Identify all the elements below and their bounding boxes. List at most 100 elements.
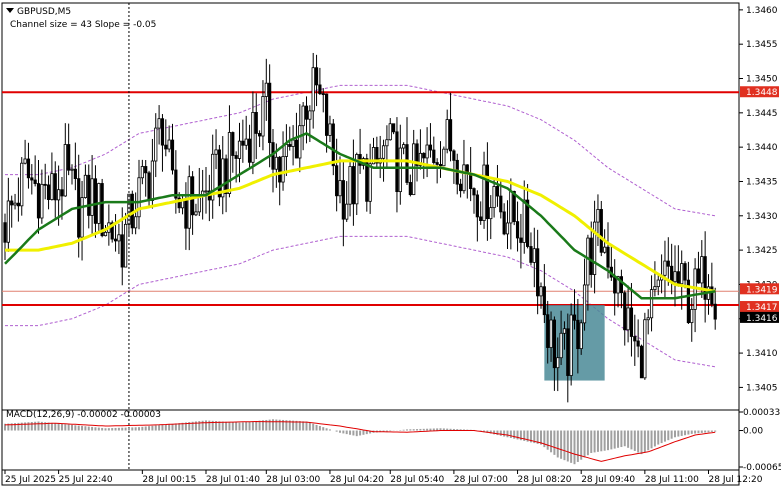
candle-bear xyxy=(696,268,701,284)
candle-bull xyxy=(124,223,128,268)
candle-bear xyxy=(515,221,520,239)
candle-bear xyxy=(529,246,533,263)
candle-bear xyxy=(502,211,506,235)
candle-bear xyxy=(613,276,617,294)
candle-bear xyxy=(519,237,523,243)
candle-bear xyxy=(46,184,51,200)
candle-bull xyxy=(167,139,171,150)
time-tick-label: 28 Jul 03:00 xyxy=(266,475,320,485)
candle-bull xyxy=(462,164,466,192)
candle-bull xyxy=(559,332,563,359)
time-tick-label: 28 Jul 00:15 xyxy=(142,475,196,485)
candle-bull xyxy=(646,317,650,321)
time-tick-label: 28 Jul 12:20 xyxy=(709,475,763,485)
candle-bear xyxy=(288,144,292,147)
time-tick-label: 28 Jul 05:40 xyxy=(390,475,444,485)
candle-bull xyxy=(57,189,61,201)
candle-bull xyxy=(348,166,352,205)
candle-bear xyxy=(164,144,168,150)
price-tick-label: 1.3405 xyxy=(746,383,778,393)
candle-bear xyxy=(257,133,262,137)
candle-bull xyxy=(237,140,242,159)
candle-bear xyxy=(351,166,356,205)
candle-bear xyxy=(268,82,272,143)
candle-bull xyxy=(412,143,416,196)
candle-bull xyxy=(244,138,248,146)
candle-bull xyxy=(402,144,406,149)
candle-bear xyxy=(247,138,252,163)
candle-bear xyxy=(294,139,299,159)
candle-bear xyxy=(324,93,329,136)
candle-bull xyxy=(50,173,54,200)
candle-bear xyxy=(485,164,490,220)
candle-bear xyxy=(73,168,77,180)
candle-bear xyxy=(217,149,221,198)
candle-bear xyxy=(458,183,463,192)
price-tick-label: 1.3455 xyxy=(746,40,778,50)
candle-bull xyxy=(539,286,543,297)
candle-bear xyxy=(599,209,603,253)
candle-bull xyxy=(204,190,208,193)
candle-bull xyxy=(261,96,265,137)
candle-bear xyxy=(636,340,640,347)
candle-bull xyxy=(20,162,24,207)
candle-bull xyxy=(579,322,583,350)
candle-bull xyxy=(603,246,607,253)
candle-bear xyxy=(184,200,188,229)
candle-bull xyxy=(150,160,154,201)
price-badge-label-level: 1.3417 xyxy=(746,303,778,313)
candle-bull xyxy=(680,263,684,285)
candle-bull xyxy=(425,144,429,159)
candle-bull xyxy=(214,149,218,155)
candle-bull xyxy=(532,248,536,263)
candle-bull xyxy=(328,123,332,136)
candle-bull xyxy=(298,125,302,159)
candle-bear xyxy=(432,149,436,163)
candle-bull xyxy=(284,144,289,157)
candle-bear xyxy=(469,173,473,189)
candle-bear xyxy=(633,336,637,342)
candle-bull xyxy=(180,200,185,209)
candle-bear xyxy=(405,144,409,183)
candle-bear xyxy=(314,67,319,86)
candle-bull xyxy=(311,67,315,112)
candle-bear xyxy=(16,202,21,207)
candle-bull xyxy=(70,168,74,171)
candle-bear xyxy=(435,162,439,165)
candle-bull xyxy=(549,319,553,348)
candle-bear xyxy=(572,314,577,321)
candle-bull xyxy=(388,123,392,141)
candle-bull xyxy=(80,197,84,238)
time-tick-label: 28 Jul 09:40 xyxy=(581,475,635,485)
candle-bear xyxy=(408,182,412,196)
candle-bull xyxy=(653,286,657,291)
candle-bull xyxy=(586,237,590,286)
candle-bull xyxy=(596,209,600,223)
candle-bull xyxy=(134,216,138,229)
candle-bull xyxy=(626,307,630,331)
candle-bull xyxy=(489,207,493,220)
time-tick-label: 25 Jul 22:40 xyxy=(59,475,113,485)
candle-bear xyxy=(254,112,258,134)
candle-bear xyxy=(174,169,178,199)
candle-bear xyxy=(589,237,593,275)
candle-bull xyxy=(509,191,513,224)
candle-bear xyxy=(331,123,335,167)
candle-bull xyxy=(63,144,67,197)
candle-bear xyxy=(606,246,610,268)
candle-bear xyxy=(670,265,674,283)
price-badge-label-current: 1.3416 xyxy=(746,314,778,324)
candle-bull xyxy=(291,139,295,147)
candle-bull xyxy=(301,105,305,127)
candle-bear xyxy=(472,188,476,196)
candle-bear xyxy=(147,172,151,201)
candle-bear xyxy=(234,155,238,159)
candle-bear xyxy=(552,319,557,369)
candle-bull xyxy=(40,183,44,219)
candle-bear xyxy=(676,271,680,285)
candle-bull xyxy=(187,176,191,229)
candle-bull xyxy=(492,186,496,209)
candle-bull xyxy=(569,314,573,376)
candle-bear xyxy=(318,84,322,95)
candle-bull xyxy=(673,271,677,283)
